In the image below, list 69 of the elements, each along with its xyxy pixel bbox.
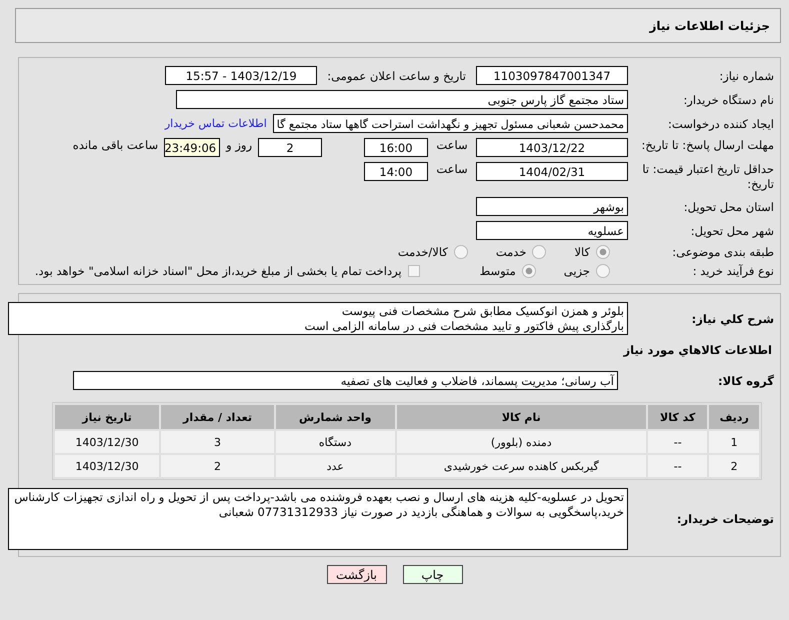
field-label: ایجاد کننده درخواست: [667,116,774,130]
field-label: ساعت باقی مانده [72,138,158,152]
checkbox-label: پرداخت تمام یا بخشی از مبلغ خرید،از محل "اسناد خزانه اسلامی" خواهد بود. [34,264,402,278]
back-button[interactable]: بازگشت [326,565,386,584]
radio-label: خدمت [496,245,526,259]
column-header: ردیف [709,405,759,429]
field-label: طبقه بندی موضوعی: [671,245,774,259]
column-header: واحد شمارش [276,405,395,429]
field-label: نام دستگاه خریدار: [682,92,774,106]
table-cell: 2 [709,455,759,477]
need-number-field[interactable]: 1103097847001347 [476,66,628,85]
radio-label: کالا [574,245,590,259]
province-field[interactable]: بوشهر [476,197,628,216]
field-label: شرح کلي نياز: [690,312,774,326]
column-header: کد کالا [648,405,708,429]
buyer-org-field[interactable]: ستاد مجتمع گاز پارس جنوبی [176,90,628,109]
validity-date-field[interactable]: 1404/02/31 [476,162,628,181]
radio-label: کالا/خدمت [398,245,448,259]
reply-time-field[interactable]: 16:00 [364,138,428,157]
description-line: بارگذاری پیش فاکتور و تایید مشخصات فنی در سامانه الزامی است [304,319,624,334]
table-cell: دمنده (بلوور) [396,431,646,453]
table-cell: 1 [709,431,759,453]
radio-button[interactable] [532,245,546,259]
field-label: مهلت ارسال پاسخ: تا تاریخ: [640,138,774,153]
city-field[interactable]: عسلویه [476,221,628,240]
description-field[interactable]: بلوئر و همزن انوکسیک مطابق شرح مشخصات فنی پیوست بارگذاری پیش فاکتور و تایید مشخصات فنی در سامانه الزامی است [8,302,628,335]
field-label: نوع فرآیند خرید : [692,264,774,278]
description-line: بلوئر و همزن انوکسیک مطابق شرح مشخصات فنی پیوست [340,304,624,319]
table-cell: 1403/12/30 [55,455,160,477]
field-label: روز و [226,138,252,152]
field-label: گروه کالا: [717,374,774,388]
field-label: حداقل تاریخ اعتبار قیمت: تا تاریخ: [641,162,774,192]
remaining-time-field: 23:49:06 [164,138,220,157]
section-title: اطلاعات کالاهاي مورد نياز [622,343,773,357]
field-label: ساعت [435,162,469,176]
table-cell: عدد [276,455,395,477]
field-label: شماره نیاز: [718,68,774,82]
announce-date-field[interactable]: 1403/12/19 - 15:57 [165,66,318,85]
column-header: تاریخ نیاز [55,405,160,429]
field-label: تاریخ و ساعت اعلان عمومی: [327,68,466,82]
requester-field[interactable]: محمدحسن شعبانی مسئول تجهیز و نگهداشت استراحت گاهها ستاد مجتمع گا [272,114,628,133]
column-header: نام کالا [396,405,646,429]
radio-button[interactable] [596,245,610,259]
reply-date-field[interactable]: 1403/12/22 [476,138,628,157]
radio-label: جزیی [564,264,590,278]
buyer-contact-link[interactable]: اطلاعات تماس خریدار [164,117,267,130]
column-header: تعداد / مقدار [161,405,274,429]
field-label: توضیحات خریدار: [676,512,774,526]
field-label: ساعت [435,138,469,152]
radio-button[interactable] [596,264,610,278]
field-label: استان محل تحویل: [682,200,774,214]
radio-label: متوسط [480,264,516,278]
table-cell: 3 [161,431,274,453]
print-button[interactable]: چاپ [402,565,462,584]
validity-time-field[interactable]: 14:00 [364,162,428,181]
field-label: شهر محل تحویل: [690,224,774,238]
days-field[interactable]: 2 [258,138,322,157]
checkbox[interactable] [408,265,420,277]
table-cell: 2 [161,455,274,477]
radio-button[interactable] [454,245,468,259]
table-cell: گیربکس کاهنده سرعت خورشیدی [396,455,646,477]
page-title: جزئیات اطلاعات نیاز [649,18,770,32]
table-cell: -- [648,431,708,453]
table-cell: -- [648,455,708,477]
table-cell: دستگاه [276,431,395,453]
radio-button[interactable] [522,264,536,278]
goods-group-field[interactable]: آب رسانی؛ مدیریت پسماند، فاضلاب و فعالیت های تصفیه [73,371,618,390]
table-cell: 1403/12/30 [55,431,160,453]
buyer-notes-field[interactable]: تحویل در عسلویه-کلیه هزینه های ارسال و نصب بعهده فروشنده می باشد-پرداخت پس از تحویل و راه اندازی تجهیزات کارشناس خرید،پاسخگویی به سوالات و هماهنگی بازدید در صورت نیاز 07731312933 شعبانی [8,488,628,550]
